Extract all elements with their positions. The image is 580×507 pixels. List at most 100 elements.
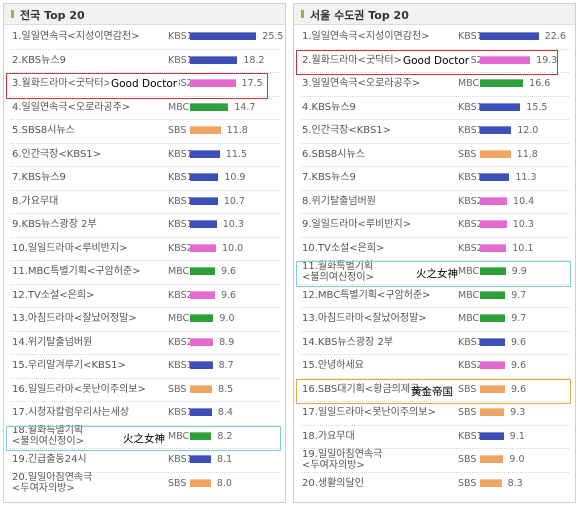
rating-value: 8.3 xyxy=(507,477,523,489)
ranking-row: 6.SBS8시뉴스 SBS 11.8 xyxy=(294,143,575,167)
rating-value: 11.3 xyxy=(515,172,537,184)
program-title: 9.KBS뉴스광장 2부 xyxy=(12,219,97,231)
rating-bar xyxy=(480,314,506,322)
ranking-row: 18.가요무대 KBS1 9.1 xyxy=(294,425,575,449)
rating-bar xyxy=(190,102,229,111)
rating-value: 11.8 xyxy=(226,125,248,137)
program-title: 5.인간극장<KBS1> xyxy=(302,125,392,137)
rating-bar xyxy=(190,243,216,252)
ranking-row: 17.일일드라마<못난이주의보> SBS 9.3 xyxy=(294,401,575,425)
network-label: KBS2 xyxy=(458,219,483,231)
ranking-row: 14.위기탈출넘버원 KBS2 8.9 xyxy=(4,331,285,355)
program-title: 15.안녕하세요 xyxy=(302,360,364,372)
rating-bar xyxy=(480,102,521,111)
program-title: 7.KBS뉴스9 xyxy=(302,172,356,184)
rating-bar xyxy=(480,408,505,416)
rating-value: 9.6 xyxy=(510,360,527,372)
header-marker-icon xyxy=(301,10,306,18)
rating-value: 11.8 xyxy=(516,148,538,160)
network-label: SBS xyxy=(458,454,477,466)
ranking-row: 2.KBS뉴스9 KBS1 18.2 xyxy=(4,49,285,73)
rating-bar xyxy=(190,149,220,158)
rating-bar xyxy=(190,220,217,228)
ranking-row: 12.MBC특별기획<구암허준> MBC 9.7 xyxy=(294,284,575,308)
rating-value: 8.7 xyxy=(218,360,234,372)
network-label: SBS xyxy=(168,383,187,395)
ranking-row: 17.시청자칼럼우리사는세상 KBS1 8.4 xyxy=(4,401,285,425)
network-label: KBS1 xyxy=(458,336,483,348)
rating-value: 9.7 xyxy=(511,289,527,301)
rating-value: 10.4 xyxy=(513,195,535,207)
program-title: 16.일일드라마<못난이주의보> xyxy=(12,383,146,395)
network-label: MBC xyxy=(168,266,190,278)
ranking-row: 11.MBC특별기획<구암허준> MBC 9.6 xyxy=(4,260,285,284)
rating-bar xyxy=(480,32,539,40)
program-title: 1.일일연속극<지성이면감천> xyxy=(12,31,140,43)
ranking-row: 10.일일드라마<루비반지> KBS2 10.0 xyxy=(4,237,285,261)
program-title: 20.생활의달인 xyxy=(302,477,364,489)
rating-bar xyxy=(480,431,504,440)
rating-bar xyxy=(480,173,510,181)
program-title: 14.위기탈출넘버원 xyxy=(12,336,93,348)
rating-bar xyxy=(190,408,212,416)
network-label: KBS2 xyxy=(168,242,193,254)
program-title: 12.TV소설<은희> xyxy=(12,289,95,301)
program-title: 10.일일드라마<루비반지> xyxy=(12,242,128,254)
panel-title: 서울 수도권 Top 20 xyxy=(310,9,409,22)
rating-value: 8.4 xyxy=(217,407,233,419)
program-title: 18.가요무대 xyxy=(302,430,355,442)
ranking-row: 19.일일아침연속극 <두여자의방> SBS 9.0 xyxy=(294,448,575,472)
network-label: KBS1 xyxy=(168,195,193,207)
annotation-label: 黄金帝国 xyxy=(411,385,453,398)
rating-value: 9.6 xyxy=(220,266,237,278)
ranking-row: 15.안녕하세요 KBS2 9.6 xyxy=(294,354,575,378)
rating-value: 22.6 xyxy=(544,31,566,43)
rating-value: 10.9 xyxy=(224,172,246,184)
rating-value: 8.5 xyxy=(218,383,234,395)
annotation-label: 火之女神 xyxy=(123,432,165,445)
rating-bar xyxy=(480,126,512,134)
ranking-row: 5.SBS8시뉴스 SBS 11.8 xyxy=(4,119,285,143)
network-label: KBS1 xyxy=(168,454,193,466)
ranking-row: 19.긴급출동24시 KBS1 8.1 xyxy=(4,448,285,472)
network-label: KBS1 xyxy=(168,31,193,43)
rating-bar xyxy=(190,478,211,487)
program-title: 6.인간극장<KBS1> xyxy=(12,148,102,160)
network-label: SBS xyxy=(458,407,477,419)
ranking-row: 10.TV소설<은희> KBS2 10.1 xyxy=(294,237,575,261)
rating-value: 9.6 xyxy=(220,289,237,301)
ranking-row: 9.일일드라마<루비반지> KBS2 10.3 xyxy=(294,213,575,237)
program-title: 7.KBS뉴스9 xyxy=(12,172,66,184)
ranking-row: 20.생활의달인 SBS 8.3 xyxy=(294,472,575,496)
rating-bar xyxy=(480,478,502,487)
ranking-row: 13.아침드라마<잘났어정말> MBC 9.0 xyxy=(4,307,285,331)
program-title: 15.우리말겨루기<KBS1> xyxy=(12,360,126,372)
rating-value: 10.7 xyxy=(223,195,245,207)
program-title: 19.긴급출동24시 xyxy=(12,454,87,466)
program-title: 17.일일드라마<못난이주의보> xyxy=(302,407,436,419)
rating-value: 14.7 xyxy=(234,101,256,113)
rating-value: 9.0 xyxy=(509,454,525,466)
program-title: 9.일일드라마<루비반지> xyxy=(302,219,412,231)
network-label: SBS xyxy=(168,477,187,489)
program-title: 4.KBS뉴스9 xyxy=(302,101,356,113)
rating-bar xyxy=(190,126,221,134)
rating-value: 15.5 xyxy=(526,101,548,113)
network-label: MBC xyxy=(458,313,480,325)
ranking-row: 5.인간극장<KBS1> KBS1 12.0 xyxy=(294,119,575,143)
seoul-metro-ratings-panel: 서울 수도권 Top 20 1.일일연속극<지성이면감천> KBS1 22.6 2.월… xyxy=(293,3,576,503)
rating-bar xyxy=(480,290,506,299)
network-label: MBC xyxy=(458,289,480,301)
ranking-row: 8.가요무대 KBS1 10.7 xyxy=(4,190,285,214)
program-title: 13.아침드라마<잘났어정말> xyxy=(302,313,427,325)
ranking-row: 13.아침드라마<잘났어정말> MBC 9.7 xyxy=(294,307,575,331)
panel-title: 전국 Top 20 xyxy=(20,9,85,22)
program-title: 20.일일아침연속극 <두여자의방> xyxy=(12,472,93,495)
network-label: KBS1 xyxy=(458,172,483,184)
program-title: 19.일일아침연속극 <두여자의방> xyxy=(302,448,383,471)
rating-bar xyxy=(190,361,213,369)
program-title: 5.SBS8시뉴스 xyxy=(12,125,75,137)
program-title: 17.시청자칼럼우리사는세상 xyxy=(12,407,130,419)
rating-value: 10.3 xyxy=(512,219,534,231)
network-label: KBS1 xyxy=(168,148,193,160)
